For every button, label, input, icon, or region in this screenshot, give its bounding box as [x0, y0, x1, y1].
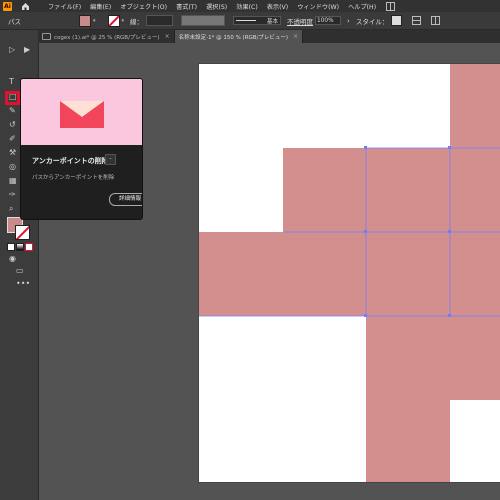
stroke-color-swatch[interactable] — [15, 225, 30, 240]
tab-label: 名称未設定-1* @ 150 % (RGB/プレビュー) — [178, 34, 289, 41]
artboard[interactable] — [199, 64, 500, 482]
rotate-tool-icon[interactable]: ↺ — [9, 120, 16, 129]
chevron-right-icon[interactable]: › — [347, 17, 350, 25]
shape-builder-tool-icon[interactable]: ◎ — [9, 162, 16, 171]
menu-edit[interactable]: 編集(E) — [90, 2, 111, 11]
edit-toolbar-button[interactable]: ••• — [16, 279, 30, 288]
fill-swatch[interactable] — [79, 14, 91, 27]
type-tool-icon[interactable]: T — [9, 77, 14, 86]
app-logo[interactable]: Ai — [3, 1, 12, 11]
menu-effect[interactable]: 効果(C) — [236, 2, 258, 11]
selection-type-label: パス — [8, 17, 21, 26]
screen-mode-icon[interactable]: ▭ — [16, 266, 24, 275]
close-icon[interactable]: × — [293, 33, 298, 40]
graphic-style-swatch[interactable] — [391, 15, 403, 26]
tooltip-illustration — [21, 79, 142, 145]
color-mode-icon[interactable] — [7, 243, 15, 251]
opacity-link[interactable]: 不透明度 — [287, 16, 313, 26]
stroke-swatch[interactable] — [107, 14, 120, 27]
close-icon[interactable]: × — [165, 33, 170, 40]
tooltip-description: パスからアンカーポイントを削除 — [32, 175, 115, 181]
rectangle-tool-icon[interactable]: □ — [9, 92, 17, 101]
chevron-down-icon[interactable]: ▾ — [122, 18, 125, 24]
tab-label: cogex (1).ai* @ 25 % (RGB/プレビュー) — [54, 34, 160, 41]
opacity-field[interactable]: 100% — [315, 16, 342, 25]
menu-window[interactable]: ウィンドウ(W) — [297, 2, 339, 11]
shortcut-key: - — [105, 154, 116, 165]
width-tool-icon[interactable]: ⚒ — [9, 148, 16, 157]
tooltip-title: アンカーポイントの削除 — [32, 157, 109, 165]
menu-file[interactable]: ファイル(F) — [48, 2, 81, 11]
file-icon — [42, 33, 51, 40]
menu-view[interactable]: 表示(V) — [267, 2, 288, 11]
draw-mode-icon[interactable]: ◉ — [9, 254, 16, 263]
transform-panel-icon[interactable] — [431, 16, 441, 25]
tab-untitled[interactable]: 名称未設定-1* @ 150 % (RGB/プレビュー) × — [174, 30, 304, 43]
arrange-documents-icon[interactable] — [386, 1, 396, 11]
none-mode-icon[interactable] — [25, 243, 33, 251]
stroke-profile-line — [236, 20, 257, 21]
selection-tool-icon[interactable]: ▷ — [9, 45, 15, 54]
gradient-mode-icon[interactable] — [16, 243, 24, 251]
tab-cogex[interactable]: cogex (1).ai* @ 25 % (RGB/プレビュー) × — [38, 30, 175, 43]
direct-selection-tool-icon[interactable]: ▶ — [24, 45, 30, 54]
menu-select[interactable]: 選択(S) — [206, 2, 227, 11]
zoom-tool-icon[interactable]: ⌕ — [9, 204, 13, 214]
stroke-label: 線： — [130, 17, 144, 26]
stroke-profile-select[interactable]: 基本 — [233, 16, 282, 25]
paintbrush-tool-icon[interactable]: ✎ — [9, 106, 16, 115]
control-bar: パス ▾ ▾ 線： 基本 不透明度 100% › スタイル： — [0, 12, 500, 30]
path-selection-overlay — [199, 146, 500, 317]
style-label: スタイル： — [355, 17, 389, 26]
home-icon[interactable] — [20, 1, 30, 11]
tool-tooltip: アンカーポイントの削除 - パスからアンカーポイントを削除 詳細情報 — [20, 78, 143, 220]
graph-tool-icon[interactable]: ▦ — [9, 176, 17, 185]
menu-object[interactable]: オブジェクト(O) — [120, 2, 167, 11]
menu-bar: Ai ファイル(F) 編集(E) オブジェクト(O) 書式(T) 選択(S) 効… — [0, 0, 500, 12]
document-tab-bar: cogex (1).ai* @ 25 % (RGB/プレビュー) × 名称未設定… — [38, 30, 500, 43]
chevron-down-icon[interactable]: ▾ — [93, 18, 96, 24]
eraser-tool-icon[interactable]: ✐ — [9, 134, 16, 143]
variable-width-field[interactable] — [181, 15, 226, 26]
eyedropper-tool-icon[interactable]: ✑ — [9, 190, 16, 199]
menu-type[interactable]: 書式(T) — [176, 2, 197, 11]
stroke-weight-stepper[interactable] — [146, 15, 174, 26]
align-panel-icon[interactable] — [412, 16, 422, 25]
stroke-profile-label: 基本 — [267, 18, 279, 25]
envelope-icon — [60, 101, 104, 128]
menu-help[interactable]: ヘルプ(H) — [348, 2, 376, 11]
details-button[interactable]: 詳細情報 — [109, 193, 142, 206]
